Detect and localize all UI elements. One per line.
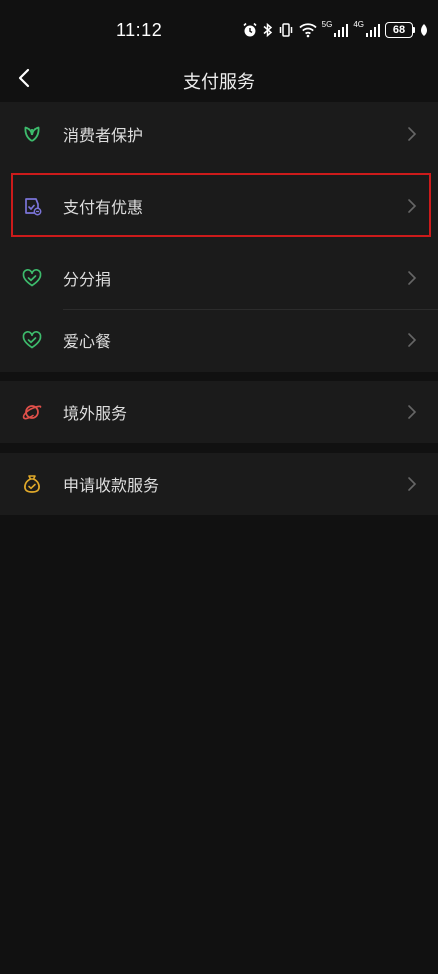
leaf-icon xyxy=(420,23,428,37)
signal-icon-2 xyxy=(366,23,380,37)
list-item-label: 申请收款服务 xyxy=(63,476,160,495)
chevron-right-icon xyxy=(406,197,418,215)
leaf-shield-icon xyxy=(20,122,44,146)
heart-check-icon xyxy=(20,328,44,352)
chevron-right-icon xyxy=(406,269,418,287)
nav-bar: 支付服务 xyxy=(0,56,438,102)
chevron-right-icon xyxy=(406,475,418,493)
battery-icon: 68 xyxy=(385,22,415,38)
network-4g-label: 4G xyxy=(353,20,364,29)
planet-icon xyxy=(20,400,44,424)
status-time: 11:12 xyxy=(116,20,163,40)
heart-check-icon xyxy=(20,266,44,290)
battery-level: 68 xyxy=(385,22,413,38)
chevron-right-icon xyxy=(406,331,418,349)
list-item-apply-collection-service[interactable]: 申请收款服务 xyxy=(0,453,438,515)
alarm-icon xyxy=(242,22,258,38)
vibrate-icon xyxy=(278,22,294,38)
list-item-fenfenjuan[interactable]: 分分捐 xyxy=(0,246,438,310)
page-title: 支付服务 xyxy=(183,72,255,93)
list-item-label: 境外服务 xyxy=(63,404,128,423)
list-item-label: 消费者保护 xyxy=(63,126,144,145)
wifi-icon xyxy=(299,22,317,38)
money-bag-icon xyxy=(20,472,44,496)
service-group-main: 消费者保护 支付有优惠 分分捐 爱心餐 xyxy=(0,102,438,372)
status-bar: 11:12 5G 4G 68 xyxy=(0,0,438,62)
list-item-label: 支付有优惠 xyxy=(63,198,144,217)
service-group-collection: 申请收款服务 xyxy=(0,453,438,515)
status-icons: 5G 4G 68 xyxy=(242,20,428,38)
chevron-right-icon xyxy=(406,125,418,143)
chevron-right-icon xyxy=(406,403,418,421)
list-item-label: 爱心餐 xyxy=(63,332,112,351)
list-item-payment-discount[interactable]: 支付有优惠 xyxy=(0,174,438,238)
network-5g-label: 5G xyxy=(321,20,333,29)
list-item-love-meal[interactable]: 爱心餐 xyxy=(0,308,438,372)
service-group-overseas: 境外服务 xyxy=(0,381,438,443)
list-item-consumer-protection[interactable]: 消费者保护 xyxy=(0,102,438,166)
signal-icon xyxy=(334,23,349,37)
bluetooth-icon xyxy=(263,22,273,38)
list-item-overseas-service[interactable]: 境外服务 xyxy=(0,381,438,443)
list-item-label: 分分捐 xyxy=(63,270,112,289)
discount-bag-icon xyxy=(20,194,44,218)
